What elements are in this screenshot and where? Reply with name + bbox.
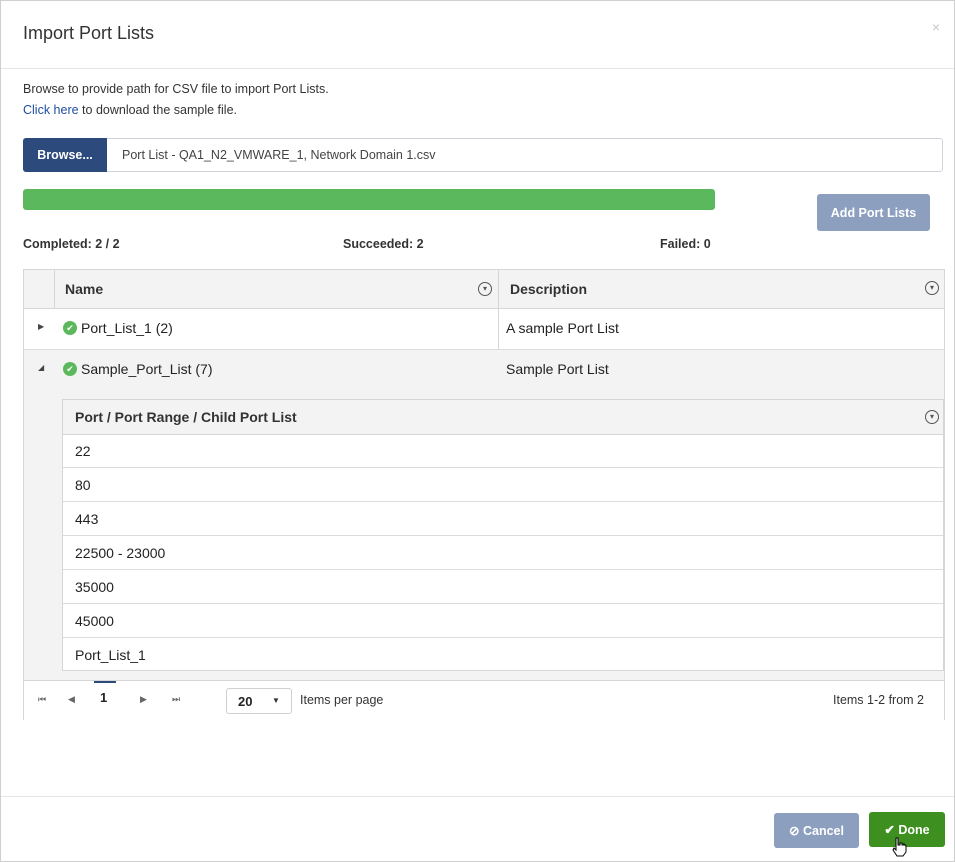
current-page-indicator bbox=[94, 681, 116, 683]
success-check-icon: ✔ bbox=[63, 321, 77, 335]
list-item: 35000 bbox=[63, 570, 943, 604]
row-detail-panel: Port / Port Range / Child Port List ▾ 22… bbox=[24, 390, 944, 680]
list-item: 22 bbox=[63, 434, 943, 468]
port-filter-icon[interactable]: ▾ bbox=[925, 410, 939, 424]
progress-bar bbox=[23, 189, 715, 210]
pagination-bar: ⏮ ◀ 1 ▶ ⏭ 20 ▼ Items per page Items 1-2 … bbox=[24, 680, 944, 720]
row-description: A sample Port List bbox=[506, 320, 619, 336]
download-sample-link[interactable]: Click here bbox=[23, 103, 79, 117]
list-item: 443 bbox=[63, 502, 943, 536]
column-header-name[interactable]: Name bbox=[65, 281, 103, 297]
list-item: 45000 bbox=[63, 604, 943, 638]
row-name: Sample_Port_List (7) bbox=[81, 361, 213, 377]
list-item: 22500 - 23000 bbox=[63, 536, 943, 570]
footer-divider bbox=[1, 796, 954, 797]
hand-cursor-icon bbox=[892, 837, 907, 857]
description-filter-icon[interactable]: ▾ bbox=[925, 281, 939, 295]
cancel-label: Cancel bbox=[802, 824, 844, 838]
column-header-description[interactable]: Description bbox=[510, 281, 587, 297]
list-item: 80 bbox=[63, 468, 943, 502]
chevron-down-icon: ▼ bbox=[272, 696, 280, 705]
done-button[interactable]: ✔ Done bbox=[869, 812, 945, 847]
port-value: Port_List_1 bbox=[75, 647, 146, 663]
items-per-page-label: Items per page bbox=[300, 693, 384, 707]
port-value: 45000 bbox=[75, 613, 114, 629]
cancel-icon: ⊘ bbox=[789, 824, 800, 838]
port-lists-grid: Name ▾ Description ▾ ▶ ✔ Port_List_1 (2)… bbox=[23, 269, 945, 720]
port-value: 22 bbox=[75, 443, 91, 459]
child-grid-header: Port / Port Range / Child Port List ▾ bbox=[63, 400, 943, 435]
page-size-value: 20 bbox=[238, 694, 253, 709]
dialog-title: Import Port Lists bbox=[23, 23, 155, 43]
browse-button[interactable]: Browse... bbox=[23, 138, 107, 172]
import-port-lists-dialog: Import Port Lists × Browse to provide pa… bbox=[0, 0, 955, 862]
completed-count: Completed: 2 / 2 bbox=[23, 237, 120, 251]
dialog-header: Import Port Lists × bbox=[1, 1, 954, 69]
column-divider bbox=[54, 270, 55, 308]
row-description: Sample Port List bbox=[506, 361, 609, 377]
intro-download-text: to download the sample file. bbox=[78, 103, 238, 117]
port-value: 22500 - 23000 bbox=[75, 545, 166, 561]
first-page-icon[interactable]: ⏮ bbox=[38, 694, 46, 705]
pagination-info: Items 1-2 from 2 bbox=[833, 693, 924, 707]
page-size-select[interactable]: 20 ▼ bbox=[226, 688, 292, 714]
table-row[interactable]: ▶ ✔ Port_List_1 (2) A sample Port List bbox=[24, 309, 944, 350]
progress-fill bbox=[23, 189, 715, 210]
port-entries-grid: Port / Port Range / Child Port List ▾ 22… bbox=[62, 399, 944, 671]
done-label: Done bbox=[898, 823, 930, 837]
check-icon: ✔ bbox=[884, 823, 895, 837]
intro-download-line: Click here to download the sample file. bbox=[23, 103, 237, 117]
intro-text: Browse to provide path for CSV file to i… bbox=[23, 82, 329, 96]
port-value: 80 bbox=[75, 477, 91, 493]
success-check-icon: ✔ bbox=[63, 362, 77, 376]
current-page-number[interactable]: 1 bbox=[100, 690, 107, 705]
add-port-lists-button[interactable]: Add Port Lists bbox=[817, 194, 930, 231]
failed-count: Failed: 0 bbox=[660, 237, 711, 251]
list-item: Port_List_1 bbox=[63, 638, 943, 671]
column-header-port[interactable]: Port / Port Range / Child Port List bbox=[75, 409, 297, 425]
collapse-row-icon[interactable]: ◢ bbox=[38, 363, 44, 372]
table-row[interactable]: ◢ ✔ Sample_Port_List (7) Sample Port Lis… bbox=[24, 350, 944, 391]
close-icon[interactable]: × bbox=[932, 19, 940, 35]
port-value: 35000 bbox=[75, 579, 114, 595]
grid-header: Name ▾ Description ▾ bbox=[24, 270, 944, 309]
port-value: 443 bbox=[75, 511, 99, 527]
cancel-button[interactable]: ⊘ Cancel bbox=[774, 813, 859, 848]
next-page-icon[interactable]: ▶ bbox=[140, 694, 147, 705]
succeeded-count: Succeeded: 2 bbox=[343, 237, 424, 251]
name-filter-icon[interactable]: ▾ bbox=[478, 282, 492, 296]
file-path-field: Port List - QA1_N2_VMWARE_1, Network Dom… bbox=[122, 148, 436, 162]
file-picker[interactable]: Browse... Port List - QA1_N2_VMWARE_1, N… bbox=[23, 138, 943, 172]
expand-row-icon[interactable]: ▶ bbox=[38, 322, 44, 331]
prev-page-icon[interactable]: ◀ bbox=[68, 694, 75, 705]
row-name: Port_List_1 (2) bbox=[81, 320, 173, 336]
last-page-icon[interactable]: ⏭ bbox=[172, 694, 180, 705]
